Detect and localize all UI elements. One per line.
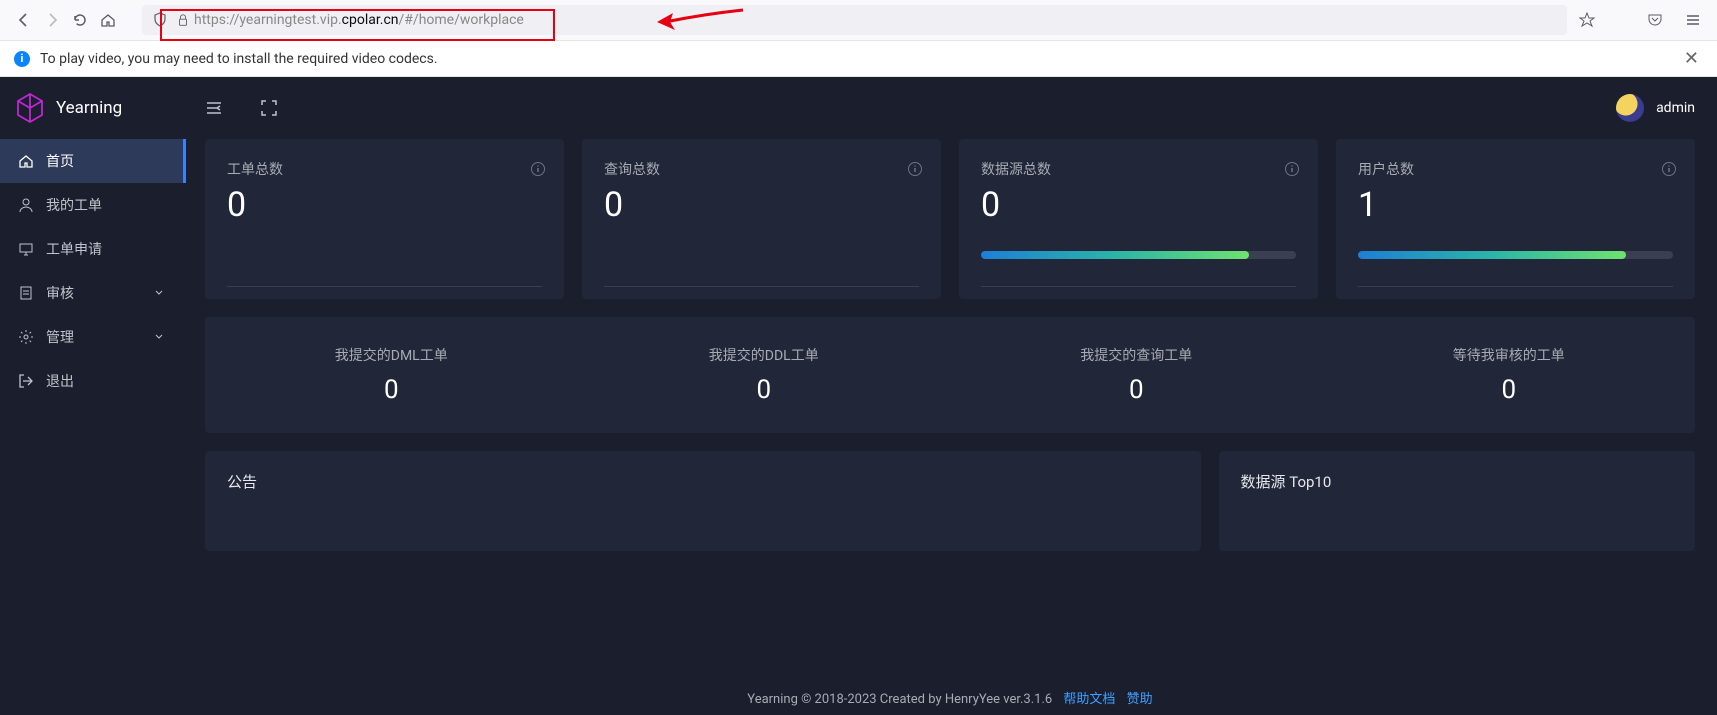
topbar: admin	[183, 77, 1717, 139]
sub-stat-value: 0	[578, 375, 951, 405]
reload-button[interactable]	[66, 6, 94, 34]
logo-text: Yearning	[56, 98, 122, 118]
username: admin	[1656, 100, 1695, 116]
shield-icon	[152, 12, 168, 28]
panel-title: 公告	[227, 471, 1179, 492]
sidebar-item-home[interactable]: 首页	[0, 139, 183, 183]
main-area: admin 工单总数 0 查询总数 0 数据源总数 0 用户总数 1 我提交的D…	[183, 77, 1717, 715]
divider	[981, 286, 1296, 287]
back-button[interactable]	[10, 6, 38, 34]
notice-bar: i To play video, you may need to install…	[0, 41, 1717, 77]
stat-title: 工单总数	[227, 159, 542, 179]
stat-card: 数据源总数 0	[959, 139, 1318, 299]
user-icon	[18, 197, 34, 213]
logout-icon	[18, 373, 34, 389]
sub-stat-cell: 我提交的查询工单 0	[950, 345, 1323, 405]
sub-stat-cell: 我提交的DDL工单 0	[578, 345, 951, 405]
notice-text: To play video, you may need to install t…	[40, 51, 438, 67]
gear-icon	[18, 329, 34, 345]
content: 工单总数 0 查询总数 0 数据源总数 0 用户总数 1 我提交的DML工单0我…	[183, 139, 1717, 551]
panel-title: 数据源 Top10	[1241, 471, 1674, 492]
fullscreen-button[interactable]	[261, 100, 277, 116]
clipboard-icon	[18, 285, 34, 301]
sidebar-item-label: 审核	[46, 283, 74, 303]
sub-stat-title: 我提交的DDL工单	[578, 345, 951, 365]
sub-stat-cell: 等待我审核的工单 0	[1323, 345, 1696, 405]
stat-value: 0	[981, 185, 1296, 225]
browser-toolbar: https://yearningtest.vip.cpolar.cn/#/hom…	[0, 0, 1717, 41]
sidebar-item-label: 工单申请	[46, 239, 102, 259]
progress-bar	[981, 251, 1296, 259]
collapse-sidebar-button[interactable]	[205, 99, 223, 117]
sub-stat-value: 0	[1323, 375, 1696, 405]
sub-stat-value: 0	[205, 375, 578, 405]
sidebar-item-user[interactable]: 我的工单	[0, 183, 183, 227]
avatar	[1616, 94, 1644, 122]
sub-stat-cell: 我提交的DML工单 0	[205, 345, 578, 405]
sidebar-item-logout[interactable]: 退出	[0, 359, 183, 403]
sidebar-item-label: 退出	[46, 371, 74, 391]
submitted-stats: 我提交的DML工单0我提交的DDL工单0我提交的查询工单0等待我审核的工单0	[205, 317, 1695, 433]
sidebar-item-label: 我的工单	[46, 195, 102, 215]
logo[interactable]: Yearning	[0, 77, 183, 139]
sub-stat-value: 0	[950, 375, 1323, 405]
stat-title: 用户总数	[1358, 159, 1673, 179]
stat-card: 查询总数 0	[582, 139, 941, 299]
stat-card: 用户总数 1	[1336, 139, 1695, 299]
forward-button[interactable]	[38, 6, 66, 34]
sidebar: Yearning 首页我的工单工单申请审核管理退出	[0, 77, 183, 715]
sub-stat-title: 我提交的查询工单	[950, 345, 1323, 365]
sidebar-item-label: 管理	[46, 327, 74, 347]
sidebar-item-monitor[interactable]: 工单申请	[0, 227, 183, 271]
divider	[1358, 286, 1673, 287]
user-menu[interactable]: admin	[1616, 94, 1695, 122]
stat-value: 1	[1358, 185, 1673, 225]
info-icon: i	[14, 51, 30, 67]
sidebar-item-gear[interactable]: 管理	[0, 315, 183, 359]
url-bar[interactable]: https://yearningtest.vip.cpolar.cn/#/hom…	[142, 5, 1567, 35]
info-icon[interactable]	[1284, 161, 1300, 177]
bookmark-button[interactable]	[1573, 6, 1601, 34]
home-icon	[18, 153, 34, 169]
footer-text: Yearning © 2018-2023 Created by HenryYee…	[747, 692, 1052, 707]
stat-title: 查询总数	[604, 159, 919, 179]
sub-stat-title: 我提交的DML工单	[205, 345, 578, 365]
home-button[interactable]	[94, 6, 122, 34]
stat-card: 工单总数 0	[205, 139, 564, 299]
announcement-panel: 公告	[205, 451, 1201, 551]
sidebar-item-label: 首页	[46, 151, 74, 171]
stat-value: 0	[227, 185, 542, 225]
footer-donate-link[interactable]: 赞助	[1127, 692, 1153, 707]
divider	[604, 286, 919, 287]
datasource-top10-panel: 数据源 Top10	[1219, 451, 1696, 551]
footer: Yearning © 2018-2023 Created by HenryYee…	[183, 688, 1717, 707]
chevron-down-icon	[153, 331, 165, 343]
lock-icon	[176, 13, 190, 27]
url-text: https://yearningtest.vip.cpolar.cn/#/hom…	[194, 12, 524, 28]
progress-bar	[1358, 251, 1673, 259]
app-root: Yearning 首页我的工单工单申请审核管理退出 admin 工单总数 0 查…	[0, 77, 1717, 715]
logo-icon	[14, 92, 46, 124]
menu-button[interactable]	[1679, 6, 1707, 34]
info-icon[interactable]	[530, 161, 546, 177]
sub-stat-title: 等待我审核的工单	[1323, 345, 1696, 365]
divider	[227, 286, 542, 287]
info-icon[interactable]	[907, 161, 923, 177]
close-notice-button[interactable]: ✕	[1680, 44, 1703, 73]
footer-help-link[interactable]: 帮助文档	[1063, 692, 1115, 707]
sidebar-item-clipboard[interactable]: 审核	[0, 271, 183, 315]
pocket-button[interactable]	[1641, 6, 1669, 34]
monitor-icon	[18, 241, 34, 257]
stat-value: 0	[604, 185, 919, 225]
info-icon[interactable]	[1661, 161, 1677, 177]
chevron-down-icon	[153, 287, 165, 299]
stat-title: 数据源总数	[981, 159, 1296, 179]
